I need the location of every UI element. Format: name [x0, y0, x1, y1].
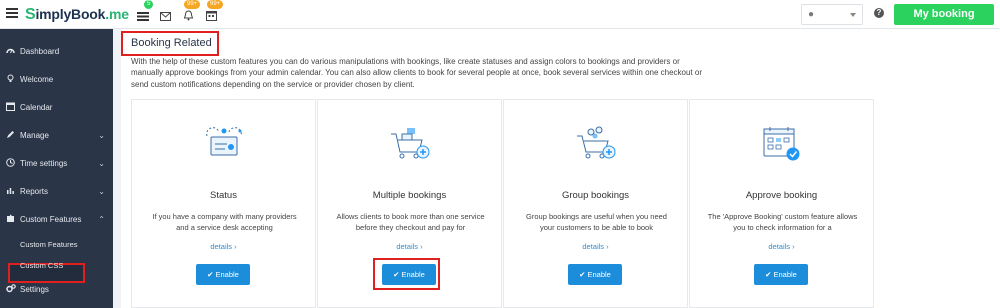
- calendar-icon: [6, 102, 15, 111]
- feature-cards: Status If you have a company with many p…: [131, 99, 999, 308]
- user-icon: ●: [808, 9, 815, 20]
- sidebar-item-reports[interactable]: Reports ⌄: [0, 181, 113, 201]
- sidebar: Dashboard Welcome Calendar Manage ⌄ Time…: [0, 29, 113, 308]
- details-link[interactable]: details ›: [690, 242, 873, 251]
- approve-booking-icon: [763, 127, 800, 161]
- logo[interactable]: SimplyBook.me: [25, 6, 129, 24]
- check-icon: ✔: [393, 270, 400, 279]
- tasks-icon[interactable]: 5: [137, 0, 154, 21]
- my-booking-website-button[interactable]: My booking website: [894, 4, 994, 41]
- page-description: With the help of these custom features y…: [131, 57, 702, 89]
- sidebar-item-custom-features[interactable]: Custom Features ⌃: [0, 209, 113, 229]
- sidebar-subitem-custom-features[interactable]: Custom Features: [20, 240, 78, 249]
- sidebar-item-dashboard[interactable]: Dashboard: [0, 41, 113, 61]
- top-bar: SimplyBook.me 5 99+ 99+ ● ? My booking w…: [0, 0, 1000, 41]
- details-link[interactable]: details ›: [318, 242, 501, 251]
- chevron-down-icon: ⌄: [98, 131, 105, 140]
- card-description: Allows clients to book more than one ser…: [336, 212, 485, 232]
- bell-icon[interactable]: 99+: [183, 0, 201, 21]
- feature-card-approve-booking: Approve booking The 'Approve Booking' cu…: [689, 99, 874, 308]
- sidebar-subitem-custom-css[interactable]: Custom CSS: [20, 261, 63, 270]
- help-icon[interactable]: ?: [874, 8, 884, 18]
- card-title: Group bookings: [561, 190, 630, 201]
- calendar-icon[interactable]: 99+: [206, 0, 224, 21]
- gears-icon: [6, 284, 16, 293]
- calendar-badge: 99+: [207, 0, 224, 9]
- feature-card-multiple-bookings: Multiple bookings Allows clients to book…: [317, 99, 502, 308]
- sidebar-item-calendar[interactable]: Calendar: [0, 97, 113, 117]
- bulb-icon: [6, 74, 15, 83]
- puzzle-icon: [6, 214, 15, 223]
- chevron-down-icon: ⌄: [98, 187, 105, 196]
- multiple-bookings-icon: [391, 128, 430, 159]
- card-title: Multiple bookings: [372, 190, 447, 201]
- check-icon: ✔: [579, 270, 586, 279]
- card-description: Group bookings are useful when you need …: [526, 212, 667, 232]
- sidebar-item-settings[interactable]: Settings: [0, 279, 113, 299]
- user-menu[interactable]: ●: [801, 4, 863, 25]
- check-icon: ✔: [207, 270, 214, 279]
- status-icon: [206, 127, 242, 156]
- pencil-icon: [6, 130, 15, 139]
- card-description: If you have a company with many provider…: [152, 212, 297, 232]
- card-title: Approve booking: [745, 190, 818, 201]
- enable-button[interactable]: ✔ Enable: [382, 264, 436, 285]
- main-content: Booking Related With the help of these c…: [121, 29, 1000, 308]
- sidebar-item-welcome[interactable]: Welcome: [0, 69, 113, 89]
- chevron-down-icon: [850, 13, 856, 17]
- mail-icon[interactable]: [160, 8, 174, 21]
- sidebar-item-time-settings[interactable]: Time settings ⌄: [0, 153, 113, 173]
- feature-card-status: Status If you have a company with many p…: [131, 99, 316, 308]
- page-title: Booking Related: [131, 37, 212, 49]
- enable-button[interactable]: ✔ Enable: [568, 264, 622, 285]
- chevron-up-icon: ⌃: [98, 215, 105, 224]
- chevron-down-icon: ⌄: [98, 159, 105, 168]
- check-icon: ✔: [765, 270, 772, 279]
- dashboard-icon: [6, 46, 15, 55]
- card-title: Status: [210, 190, 237, 201]
- details-link[interactable]: details ›: [504, 242, 687, 251]
- tasks-badge: 5: [144, 0, 154, 9]
- menu-icon[interactable]: [6, 8, 18, 18]
- enable-button[interactable]: ✔ Enable: [196, 264, 250, 285]
- card-description: The 'Approve Booking' custom feature all…: [707, 212, 858, 232]
- enable-button[interactable]: ✔ Enable: [754, 264, 808, 285]
- clock-icon: [6, 158, 15, 167]
- sidebar-item-manage[interactable]: Manage ⌄: [0, 125, 113, 145]
- group-bookings-icon: [577, 126, 616, 159]
- bar-chart-icon: [6, 186, 15, 195]
- notifications-badge: 99+: [184, 0, 201, 9]
- feature-card-group-bookings: Group bookings Group bookings are useful…: [503, 99, 688, 308]
- details-link[interactable]: details ›: [132, 242, 315, 251]
